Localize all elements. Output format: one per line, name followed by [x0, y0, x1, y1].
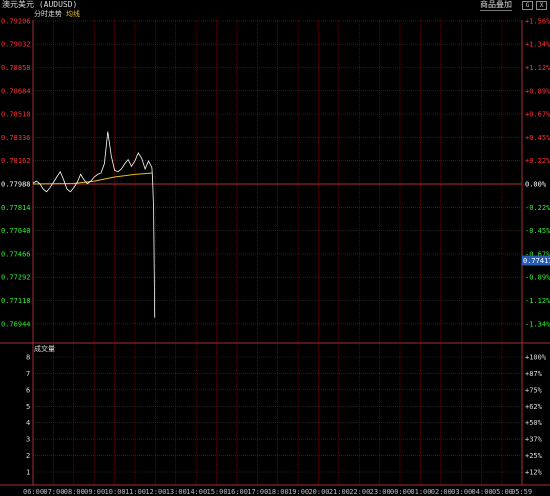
volume-tick-label: 7: [26, 370, 30, 378]
time-tick-label: 13:00: [166, 488, 187, 496]
volume-tick-label: 5: [26, 403, 30, 411]
volume-tick-label: 2: [26, 452, 30, 460]
time-tick-label: 02:00: [431, 488, 452, 496]
price-tick-label: 0.77292: [1, 274, 31, 282]
price-tick-label: 0.78162: [1, 157, 31, 165]
time-tick-label: 14:00: [186, 488, 207, 496]
volume-percent-label: +25%: [525, 452, 543, 460]
percent-tick-label: 0.00%: [525, 181, 547, 189]
time-tick-label: 17:00: [247, 488, 268, 496]
price-tick-label: 0.78336: [1, 134, 31, 142]
percent-tick-label: +0.22%: [525, 157, 550, 165]
volume-percent-label: +12%: [525, 469, 543, 477]
volume-percent-label: +87%: [525, 370, 543, 378]
percent-tick-label: -0.45%: [525, 227, 550, 235]
percent-tick-label: +0.89%: [525, 87, 550, 95]
price-tick-label: 0.78510: [1, 111, 31, 119]
percent-tick-label: +1.56%: [525, 17, 550, 25]
time-tick-label: 15:00: [207, 488, 228, 496]
price-tick-label: 0.78684: [1, 87, 31, 95]
volume-tick-label: 1: [26, 469, 30, 477]
time-tick-label: 21:00: [329, 488, 350, 496]
time-tick-label: 12:00: [145, 488, 166, 496]
volume-tick-label: 3: [26, 436, 30, 444]
price-tick-label: 0.78858: [1, 64, 31, 72]
time-tick-label: 22:00: [349, 488, 370, 496]
percent-tick-label: +1.34%: [525, 41, 550, 49]
chart[interactable]: 0.79206 +1.56% 0.79032 +1.34% 0.78858 +1.12% 0…: [0, 10, 550, 496]
volume-percent-label: +37%: [525, 436, 543, 444]
volume-percent-label: +62%: [525, 403, 543, 411]
volume-tick-label: 6: [26, 386, 30, 394]
tab-average-line[interactable]: 均线: [66, 10, 80, 18]
percent-tick-label: +0.45%: [525, 134, 550, 142]
price-tick-label: 0.76944: [1, 320, 31, 328]
series-layer: [32, 131, 156, 318]
percent-tick-label: -0.89%: [525, 274, 550, 282]
current-price-tag: 0.77417: [522, 255, 550, 266]
time-tick-label: 07:00: [43, 488, 64, 496]
time-tick-label: 16:00: [227, 488, 248, 496]
grid: [0, 20, 550, 486]
percent-tick-label: -0.22%: [525, 204, 550, 212]
window-title: 澳元美元 (AUDUSD): [2, 0, 78, 9]
price-tick-label: 0.77814: [1, 204, 31, 212]
time-tick-label: 23:00: [370, 488, 391, 496]
price-line: [32, 131, 156, 318]
time-tick-label: 03:00: [451, 488, 472, 496]
time-tick-label: 06:00: [23, 488, 44, 496]
price-tick-label: 0.77118: [1, 297, 31, 305]
volume-tick-label: 4: [26, 419, 30, 427]
time-tick-label: 19:00: [288, 488, 309, 496]
time-tick-label: 09:00: [84, 488, 105, 496]
volume-percent-label: +50%: [525, 419, 543, 427]
time-tick-label: 04:00: [472, 488, 493, 496]
price-axis: 0.79206 +1.56% 0.79032 +1.34% 0.78858 +1.12% 0…: [1, 17, 550, 328]
volume-axis: 8 +100% 7 +87% 6 +75% 5 +62% 4 +50% 3 +37% 2 +25% 1 +12…: [26, 354, 547, 477]
price-tick-label: 0.77466: [1, 250, 31, 258]
price-tick-label: 0.79206: [1, 17, 31, 25]
volume-percent-label: +100%: [525, 354, 547, 362]
price-tick-label: 0.77988: [1, 181, 31, 189]
price-tick-label: 0.79032: [1, 41, 31, 49]
close-icon[interactable]: X: [536, 1, 547, 10]
percent-tick-label: -1.12%: [525, 297, 550, 305]
time-tick-label: 10:00: [105, 488, 126, 496]
time-tick-label: 11:00: [125, 488, 146, 496]
time-tick-label: 08:00: [64, 488, 85, 496]
percent-tick-label: -1.34%: [525, 320, 550, 328]
time-tick-label: 05:59: [511, 488, 532, 496]
title-bar: 澳元美元 (AUDUSD) 商品叠加 G X: [0, 0, 550, 11]
volume-percent-label: +75%: [525, 386, 543, 394]
time-tick-label: 18:00: [268, 488, 289, 496]
time-tick-label: 01:00: [410, 488, 431, 496]
window-button-g[interactable]: G: [522, 1, 533, 10]
tab-time-trend[interactable]: 分时走势: [34, 10, 62, 18]
time-tick-label: 00:00: [390, 488, 411, 496]
price-tick-label: 0.77640: [1, 227, 31, 235]
current-price-label: 0.77417: [523, 257, 550, 265]
volume-title: 成交量: [34, 344, 55, 353]
time-axis: 06:00 07:00 08:00 09:00 10:00 11:00 12:00 13:00…: [23, 488, 532, 496]
time-tick-label: 05:00: [492, 488, 513, 496]
percent-tick-label: +0.67%: [525, 111, 550, 119]
percent-tick-label: +1.12%: [525, 64, 550, 72]
time-tick-label: 20:00: [308, 488, 329, 496]
volume-tick-label: 8: [26, 354, 30, 362]
